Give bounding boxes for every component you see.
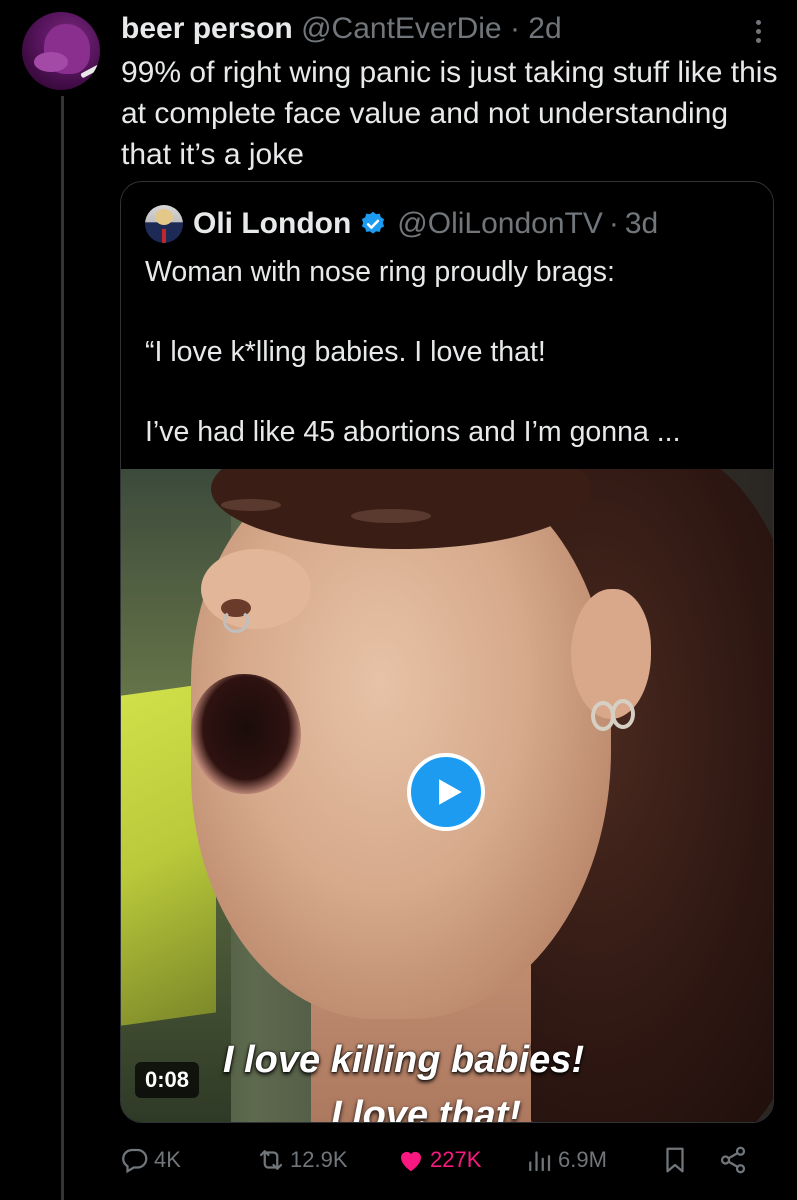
verified-badge-icon [362,211,385,234]
bookmark-icon [666,1147,684,1173]
quoted-time[interactable]: 3d [625,207,658,241]
quoted-avatar[interactable] [145,205,183,243]
quoted-separator-dot: · [608,207,619,240]
avatar[interactable] [22,12,100,90]
quoted-line-1: Woman with nose ring proudly brags: [145,256,615,288]
quoted-tweet[interactable]: Oli London @OliLondonTV · 3d Woman with … [120,181,774,1123]
reply-count: 4K [154,1147,181,1172]
nose-ring [223,609,249,633]
avatar-snout [34,52,68,72]
play-button-icon[interactable] [407,753,485,831]
bookmark-button[interactable] [660,1140,694,1180]
tweet-header: beer person @CantEverDie · 2d [121,10,562,48]
repost-icon [259,1150,283,1170]
quoted-line-3: I’ve had like 45 abortions and I’m gonna… [145,416,681,448]
video-player[interactable]: I love killing babies! I love that! 0:08 [121,469,773,1122]
action-bar: 4K 12.9K 227K 6.9M [120,1140,770,1180]
author-name[interactable]: beer person [121,12,293,45]
like-count: 227K [430,1147,482,1172]
quoted-author-name[interactable]: Oli London [193,207,351,241]
views-icon [529,1151,551,1172]
video-caption: I love killing babies! [223,1039,585,1081]
quoted-line-2: “I love k*lling babies. I love that! [145,336,546,368]
reply-button[interactable]: 4K [120,1140,181,1180]
reply-icon [122,1148,148,1174]
more-options-icon[interactable] [748,16,768,50]
thread-line [61,96,64,1200]
video-duration: 0:08 [135,1062,200,1098]
tweet-text: 99% of right wing panic is just taking s… [121,56,778,171]
views-button[interactable]: 6.9M [524,1140,607,1180]
quoted-header: Oli London @OliLondonTV · 3d [145,204,658,244]
share-button[interactable] [718,1140,752,1180]
like-button[interactable]: 227K [396,1140,481,1180]
repost-count: 12.9K [290,1147,348,1172]
repost-button[interactable]: 12.9K [256,1140,348,1180]
separator-dot: · [509,12,520,45]
tweet-time[interactable]: 2d [528,12,561,45]
author-handle[interactable]: @CantEverDie [301,12,502,45]
video-caption-partial: I love that! [331,1094,522,1122]
heart-icon [401,1151,421,1172]
quoted-text: Woman with nose ring proudly brags: “I l… [145,252,745,452]
views-count: 6.9M [558,1147,607,1172]
quoted-author-handle[interactable]: @OliLondonTV [397,207,603,241]
share-icon [720,1146,746,1174]
